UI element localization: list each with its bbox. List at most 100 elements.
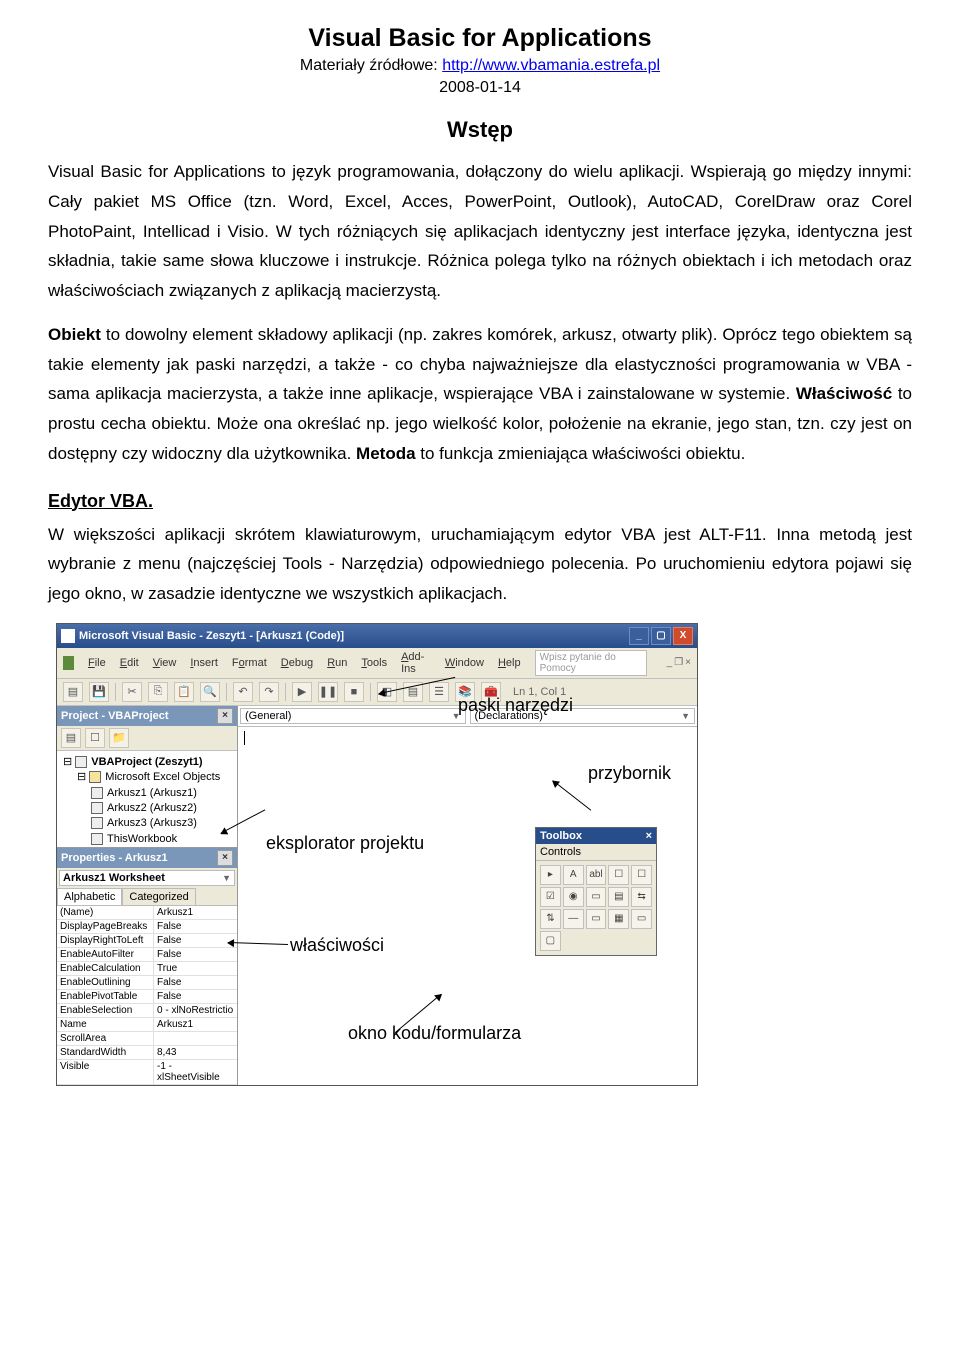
mdi-minimize[interactable]: _ [667, 657, 673, 668]
maximize-button[interactable]: ▢ [651, 627, 671, 645]
toolbox-tab-controls[interactable]: Controls [536, 844, 656, 861]
property-row[interactable]: EnableCalculationTrue [57, 962, 237, 976]
toolbar-design-icon[interactable]: ◧ [377, 682, 397, 702]
project-tree[interactable]: ⊟ VBAProject (Zeszyt1) ⊟ Microsoft Excel… [57, 751, 237, 847]
toolbox-item[interactable]: — [563, 909, 584, 929]
toolbox-item[interactable]: ☐ [631, 865, 652, 885]
toolbar-toolbox-icon[interactable]: 🧰 [481, 682, 501, 702]
property-value[interactable]: False [154, 976, 237, 989]
properties-object-name: Arkusz1 Worksheet [63, 872, 165, 884]
properties-tab-alphabetic[interactable]: Alphabetic [57, 888, 122, 905]
property-row[interactable]: StandardWidth8,43 [57, 1046, 237, 1060]
source-link[interactable]: http://www.vbamania.estrefa.pl [442, 57, 660, 74]
tree-item-3[interactable]: ThisWorkbook [107, 833, 177, 845]
property-value[interactable] [154, 1032, 237, 1045]
toolbox-item[interactable]: ⇅ [540, 909, 561, 929]
property-value[interactable]: 8,43 [154, 1046, 237, 1059]
menu-format[interactable]: Format [232, 657, 267, 669]
property-value[interactable]: -1 - xlSheetVisible [154, 1060, 237, 1084]
property-value[interactable]: False [154, 920, 237, 933]
window-titlebar[interactable]: Microsoft Visual Basic - Zeszyt1 - [Arku… [57, 624, 697, 648]
menu-edit[interactable]: Edit [120, 657, 139, 669]
toolbar-cut-icon[interactable]: ✂ [122, 682, 142, 702]
toolbar-excel-icon[interactable]: ▤ [63, 682, 83, 702]
toolbox-item[interactable]: ☐ [608, 865, 629, 885]
project-pane-close[interactable]: × [217, 708, 233, 724]
toolbox-item[interactable]: abl [586, 865, 607, 885]
properties-grid[interactable]: (Name)Arkusz1DisplayPageBreaksFalseDispl… [57, 905, 237, 1085]
toolbar-reset-icon[interactable]: ■ [344, 682, 364, 702]
toolbar-copy-icon[interactable]: ⎘ [148, 682, 168, 702]
toolbar-undo-icon[interactable]: ↶ [233, 682, 253, 702]
property-row[interactable]: ScrollArea [57, 1032, 237, 1046]
tree-root[interactable]: VBAProject (Zeszyt1) [91, 756, 202, 768]
property-row[interactable]: DisplayRightToLeftFalse [57, 934, 237, 948]
code-editor-area[interactable]: Toolbox × Controls ▸Aabl☐☐☑◉▭▤⇆⇅—▭▦▭▢ [238, 727, 697, 1057]
property-value[interactable]: Arkusz1 [154, 1018, 237, 1031]
toolbar-find-icon[interactable]: 🔍 [200, 682, 220, 702]
minimize-button[interactable]: _ [629, 627, 649, 645]
toolbox-item[interactable]: ▭ [631, 909, 652, 929]
property-row[interactable]: EnableAutoFilterFalse [57, 948, 237, 962]
tree-item-0[interactable]: Arkusz1 (Arkusz1) [107, 787, 197, 799]
menu-insert[interactable]: Insert [190, 657, 218, 669]
menu-debug[interactable]: Debug [281, 657, 313, 669]
property-value[interactable]: 0 - xlNoRestrictio [154, 1004, 237, 1017]
properties-object-select[interactable]: Arkusz1 Worksheet ▼ [59, 870, 235, 886]
toolbox-item[interactable]: ☑ [540, 887, 561, 907]
help-search-box[interactable]: Wpisz pytanie do Pomocy [535, 650, 647, 676]
close-button[interactable]: X [673, 627, 693, 645]
property-value[interactable]: False [154, 934, 237, 947]
property-row[interactable]: EnablePivotTableFalse [57, 990, 237, 1004]
mdi-close[interactable]: × [685, 657, 691, 668]
property-value[interactable]: False [154, 948, 237, 961]
toolbar-project-icon[interactable]: ▤ [403, 682, 423, 702]
property-row[interactable]: EnableSelection0 - xlNoRestrictio [57, 1004, 237, 1018]
chevron-down-icon: ▼ [681, 711, 690, 721]
property-value[interactable]: Arkusz1 [154, 906, 237, 919]
toolbox-close[interactable]: × [646, 830, 652, 842]
property-row[interactable]: (Name)Arkusz1 [57, 906, 237, 920]
property-row[interactable]: EnableOutliningFalse [57, 976, 237, 990]
toolbar-properties-icon[interactable]: ☰ [429, 682, 449, 702]
menu-file[interactable]: File [88, 657, 106, 669]
toolbar-save-icon[interactable]: 💾 [89, 682, 109, 702]
toolbox-item[interactable]: ▢ [540, 931, 561, 951]
properties-tab-categorized[interactable]: Categorized [122, 888, 195, 905]
project-view-code-icon[interactable]: ▤ [61, 728, 81, 748]
toolbar-redo-icon[interactable]: ↷ [259, 682, 279, 702]
property-row[interactable]: NameArkusz1 [57, 1018, 237, 1032]
toolbox-item[interactable]: ▭ [586, 909, 607, 929]
menu-help[interactable]: Help [498, 657, 521, 669]
property-row[interactable]: Visible-1 - xlSheetVisible [57, 1060, 237, 1085]
tree-item-2[interactable]: Arkusz3 (Arkusz3) [107, 817, 197, 829]
mdi-restore[interactable]: ❐ [674, 657, 683, 668]
toolbar-break-icon[interactable]: ❚❚ [318, 682, 338, 702]
toolbox-item[interactable]: ▤ [608, 887, 629, 907]
toolbox-item[interactable]: ⇆ [631, 887, 652, 907]
code-procedure-dropdown[interactable]: (Declarations) ▼ [470, 708, 696, 724]
property-value[interactable]: False [154, 990, 237, 1003]
menu-view[interactable]: View [153, 657, 177, 669]
menu-addins[interactable]: Add-Ins [401, 651, 431, 675]
toolbar-run-icon[interactable]: ▶ [292, 682, 312, 702]
toolbar-paste-icon[interactable]: 📋 [174, 682, 194, 702]
property-value[interactable]: True [154, 962, 237, 975]
toolbox-item[interactable]: ◉ [563, 887, 584, 907]
menu-window[interactable]: Window [445, 657, 484, 669]
toolbox-item[interactable]: ▦ [608, 909, 629, 929]
property-row[interactable]: DisplayPageBreaksFalse [57, 920, 237, 934]
toolbox-window[interactable]: Toolbox × Controls ▸Aabl☐☐☑◉▭▤⇆⇅—▭▦▭▢ [535, 827, 657, 956]
project-view-object-icon[interactable]: ☐ [85, 728, 105, 748]
tree-item-1[interactable]: Arkusz2 (Arkusz2) [107, 802, 197, 814]
project-folders-icon[interactable]: 📁 [109, 728, 129, 748]
toolbar-browser-icon[interactable]: 📚 [455, 682, 475, 702]
menu-tools[interactable]: Tools [361, 657, 387, 669]
toolbox-item[interactable]: ▸ [540, 865, 561, 885]
menu-run[interactable]: Run [327, 657, 347, 669]
properties-pane-close[interactable]: × [217, 850, 233, 866]
toolbox-item[interactable]: ▭ [586, 887, 607, 907]
toolbox-item[interactable]: A [563, 865, 584, 885]
tree-folder[interactable]: Microsoft Excel Objects [105, 771, 220, 783]
code-object-dropdown[interactable]: (General) ▼ [240, 708, 466, 724]
